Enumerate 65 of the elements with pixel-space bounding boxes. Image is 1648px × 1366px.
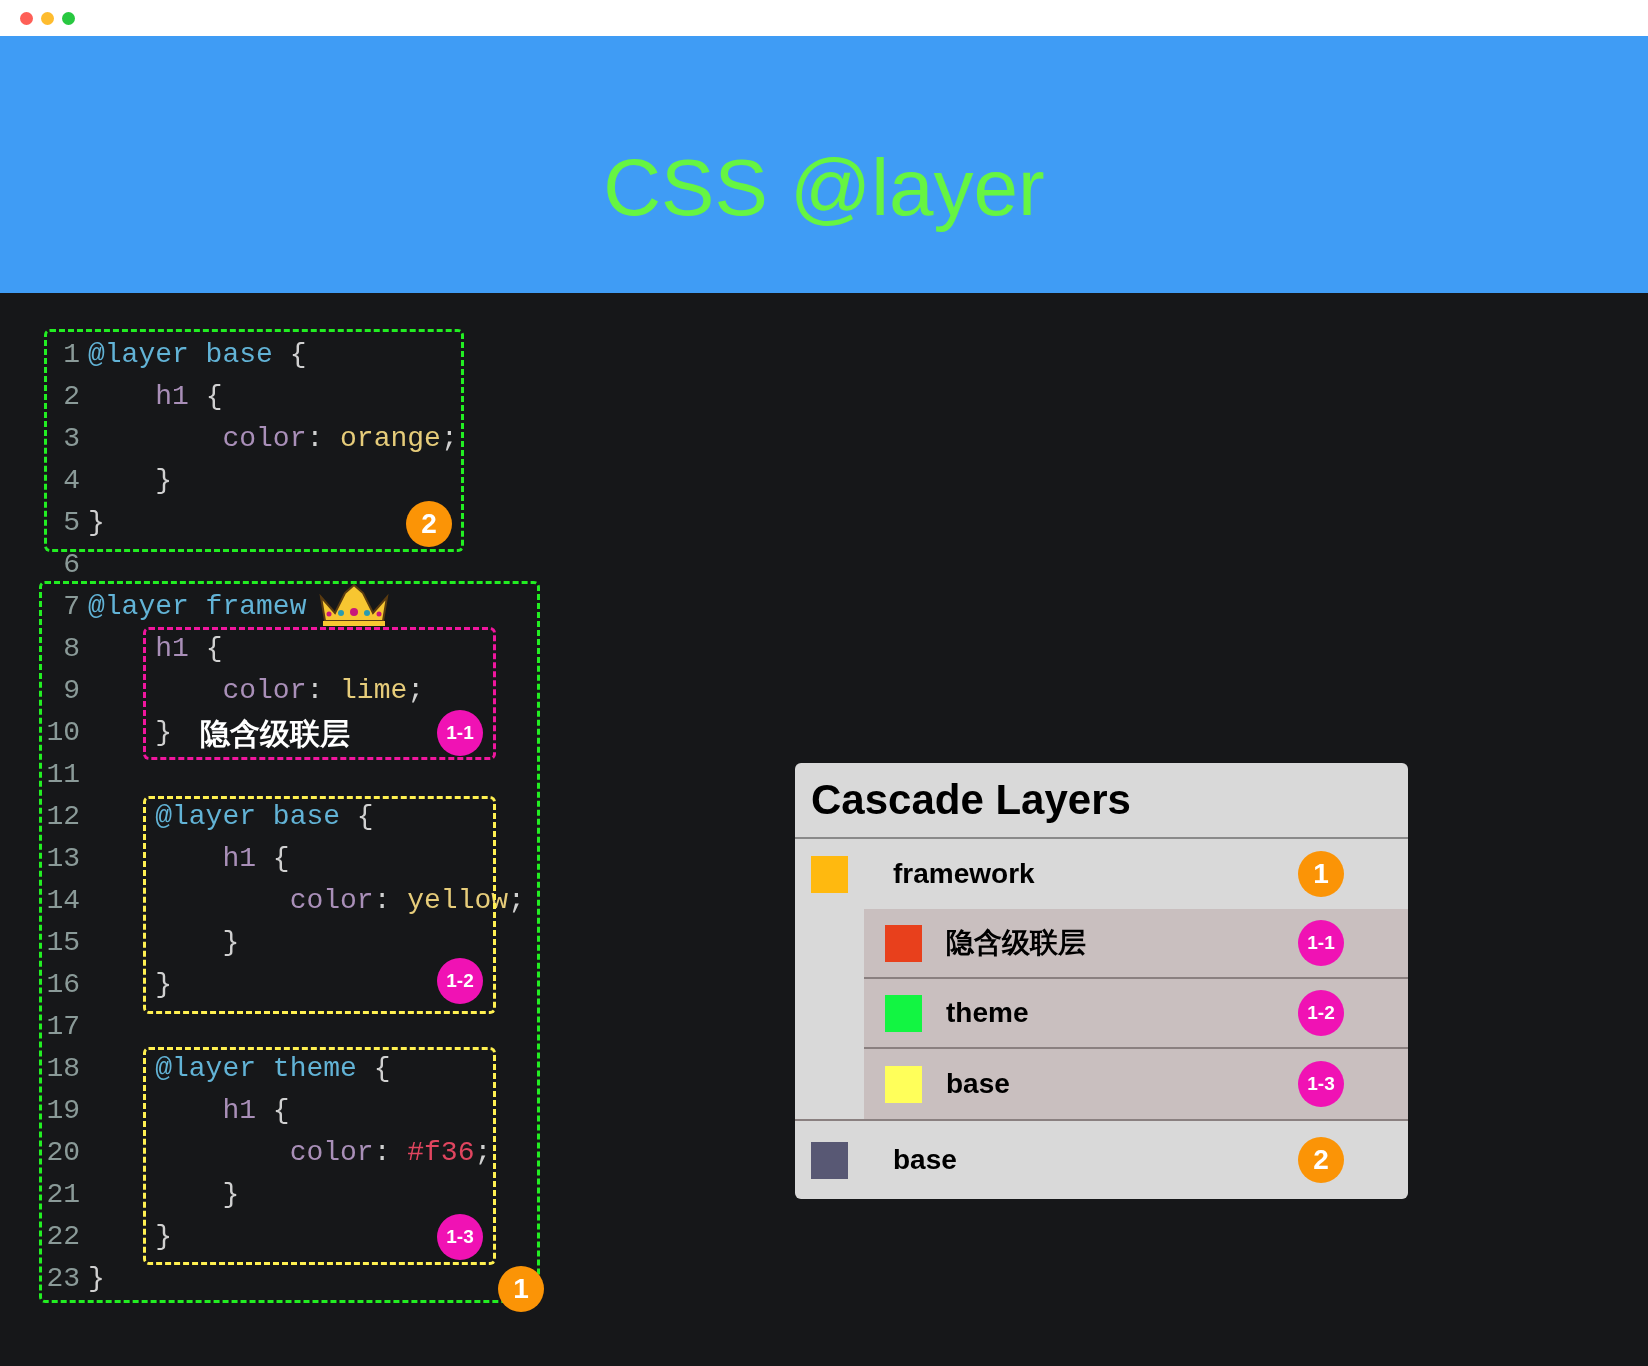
layer-name: framework	[893, 857, 1036, 891]
close-icon[interactable]	[20, 11, 33, 25]
line-number: 22	[45, 1220, 80, 1254]
page-title: CSS @layer	[603, 148, 1045, 232]
layer-name: 隐含级联层	[946, 926, 1087, 960]
line-number: 6	[62, 548, 80, 582]
code-line: }	[88, 1262, 105, 1296]
maximize-icon[interactable]	[62, 11, 75, 25]
code-line: h1 {	[154, 632, 223, 666]
code-line: color: #f36;	[288, 1136, 492, 1170]
code-line: }	[154, 464, 172, 498]
code-line: color: lime;	[221, 674, 425, 708]
number-badge: 2	[1298, 1137, 1344, 1183]
code-line: @layer base {	[88, 338, 307, 372]
line-number: 13	[45, 842, 80, 876]
number-badge: 1-1	[437, 710, 483, 756]
code-line: h1 {	[221, 842, 290, 876]
code-line: }	[88, 506, 105, 540]
line-number: 12	[45, 800, 80, 834]
line-number: 3	[62, 422, 80, 456]
line-number: 17	[45, 1010, 80, 1044]
line-number: 15	[45, 926, 80, 960]
code-line: }	[221, 926, 240, 960]
line-number: 7	[62, 590, 80, 624]
number-badge: 2	[406, 501, 452, 547]
code-line: h1 {	[154, 380, 223, 414]
line-number: 21	[45, 1178, 80, 1212]
line-number: 11	[45, 758, 80, 792]
number-badge: 1-2	[437, 958, 483, 1004]
code-line: }	[154, 1220, 172, 1254]
line-number: 16	[45, 968, 80, 1002]
line-number: 1	[62, 338, 80, 372]
code-line: color: orange;	[221, 422, 458, 456]
layer-name: theme	[946, 996, 1030, 1030]
line-number: 5	[62, 506, 80, 540]
number-badge: 1-2	[1298, 990, 1344, 1036]
line-number: 23	[45, 1262, 80, 1296]
line-number: 2	[62, 380, 80, 414]
number-badge: 1	[498, 1266, 544, 1312]
line-number: 14	[45, 884, 80, 918]
line-number: 10	[45, 716, 80, 750]
code-line: }	[154, 716, 172, 750]
line-number: 20	[45, 1136, 80, 1170]
crown-icon	[317, 583, 391, 627]
annotation-label: 隐含级联层	[200, 715, 350, 752]
number-badge: 1	[1298, 851, 1344, 897]
minimize-icon[interactable]	[41, 11, 54, 25]
layer-name: base	[946, 1067, 1011, 1101]
code-line: }	[154, 968, 172, 1002]
line-number: 4	[62, 464, 80, 498]
code-line: @layer base {	[154, 800, 374, 834]
code-line: h1 {	[221, 1094, 290, 1128]
number-badge: 1-1	[1298, 920, 1344, 966]
code-line: @layer theme {	[154, 1052, 391, 1086]
line-number: 18	[45, 1052, 80, 1086]
line-number: 9	[62, 674, 80, 708]
panel-title: Cascade Layers	[811, 779, 1131, 821]
code-line: @layer framew	[88, 590, 307, 624]
number-badge: 1-3	[437, 1214, 483, 1260]
code-line: }	[221, 1178, 240, 1212]
layer-name: base	[893, 1143, 958, 1177]
number-badge: 1-3	[1298, 1061, 1344, 1107]
code-line: color: yellow;	[288, 884, 525, 918]
line-number: 8	[62, 632, 80, 666]
line-number: 19	[45, 1094, 80, 1128]
